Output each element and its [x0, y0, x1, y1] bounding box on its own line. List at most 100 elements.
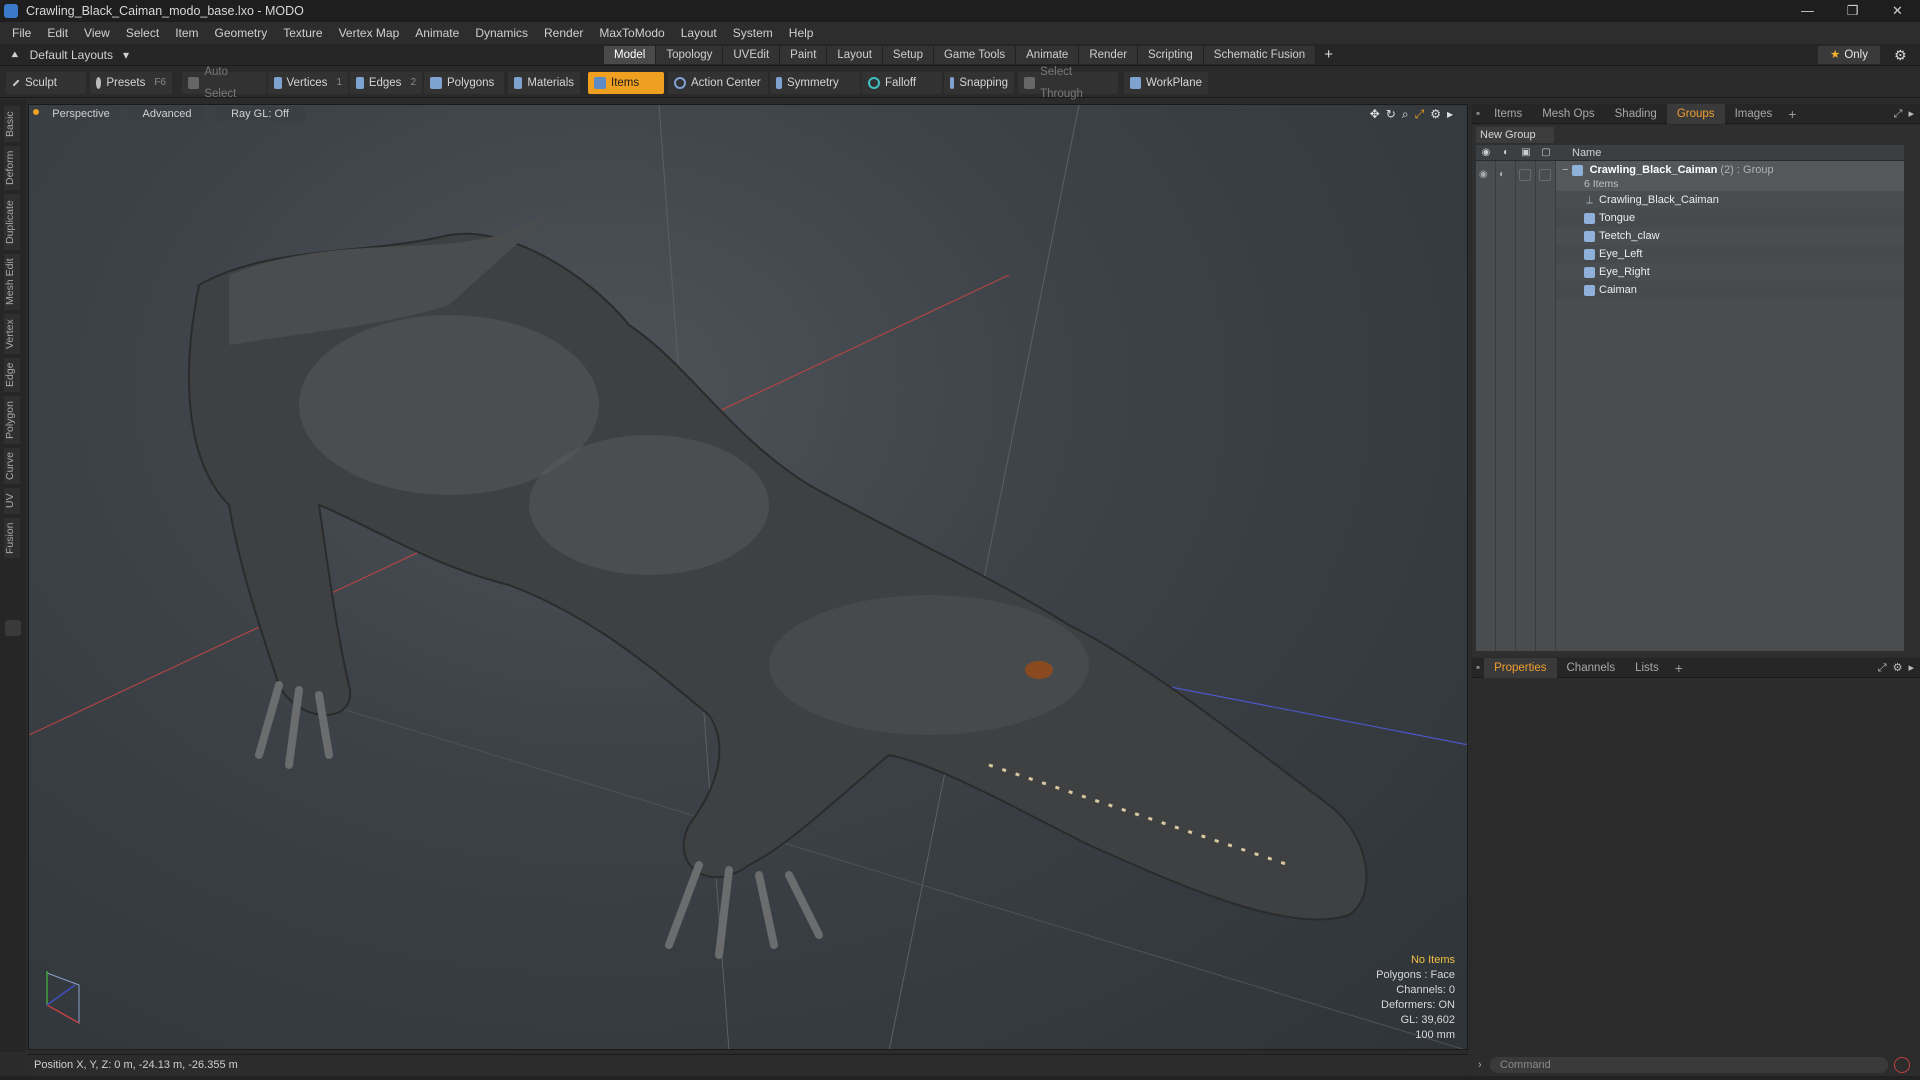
tab-shading[interactable]: Shading [1605, 104, 1667, 124]
symmetry-button[interactable]: Symmetry [770, 72, 860, 94]
tab-channels[interactable]: Channels [1557, 658, 1626, 678]
tree-item-caiman[interactable]: Caiman [1556, 281, 1904, 299]
viewport-menu-icon[interactable] [33, 109, 39, 115]
tree-item-eye-left[interactable]: Eye_Left [1556, 245, 1904, 263]
expand-arrow-icon[interactable]: ▸ [1447, 107, 1453, 122]
auto-select-button[interactable]: Auto Select [182, 66, 266, 100]
vtab-deform[interactable]: Deform [4, 146, 20, 190]
menu-select[interactable]: Select [118, 22, 167, 44]
vtab-mesh-edit[interactable]: Mesh Edit [4, 254, 20, 310]
menu-dynamics[interactable]: Dynamics [467, 22, 536, 44]
vtab-uv[interactable]: UV [4, 488, 20, 514]
menu-geometry[interactable]: Geometry [207, 22, 276, 44]
snapping-button[interactable]: Snapping [944, 72, 1014, 94]
presets-button[interactable]: Presets F6 [90, 72, 172, 94]
lock-icon[interactable]: ▣ [1520, 147, 1532, 159]
menu-edit[interactable]: Edit [39, 22, 76, 44]
properties-gear-icon[interactable]: ⚙ [1893, 658, 1903, 678]
tab-schematic-fusion[interactable]: Schematic Fusion [1203, 46, 1317, 64]
menu-help[interactable]: Help [781, 22, 822, 44]
zoom-icon[interactable]: ⌕ [1402, 107, 1409, 122]
eye-icon[interactable]: ◉ [1480, 147, 1492, 159]
shading-dropdown[interactable]: Advanced [129, 107, 205, 121]
panel-arrow-icon[interactable]: ▸ [1908, 658, 1914, 678]
menu-view[interactable]: View [76, 22, 118, 44]
menu-system[interactable]: System [725, 22, 781, 44]
menu-vertex-map[interactable]: Vertex Map [331, 22, 408, 44]
vertices-button[interactable]: Vertices 1 [268, 72, 348, 94]
select-icon[interactable]: ▢ [1540, 147, 1552, 159]
vtab-curve[interactable]: Curve [4, 448, 20, 484]
falloff-button[interactable]: Falloff [862, 72, 942, 94]
fit-icon[interactable]: ⤢ [1415, 107, 1425, 122]
minimize-icon[interactable]: — [1785, 0, 1830, 22]
menu-item[interactable]: Item [167, 22, 206, 44]
polygons-button[interactable]: Polygons [424, 72, 504, 94]
tab-mesh-ops[interactable]: Mesh Ops [1532, 104, 1604, 124]
vtab-duplicate[interactable]: Duplicate [4, 194, 20, 250]
add-tab-button[interactable]: + [1316, 46, 1333, 64]
tab-topology[interactable]: Topology [656, 46, 724, 64]
workplane-button[interactable]: WorkPlane [1124, 72, 1208, 94]
add-panel-tab-button[interactable]: + [1782, 104, 1802, 124]
items-button[interactable]: Items [588, 72, 664, 94]
action-center-button[interactable]: Action Center [668, 72, 768, 94]
materials-button[interactable]: Materials [508, 72, 580, 94]
tab-items[interactable]: Items [1484, 104, 1532, 124]
panel-toggle-icon[interactable] [5, 620, 21, 636]
tree-item-crawling-black-caiman[interactable]: ⟂ Crawling_Black_Caiman [1556, 191, 1904, 209]
menu-maxtomodo[interactable]: MaxToModo [591, 22, 672, 44]
collapse-icon[interactable]: − [1556, 164, 1568, 176]
vtab-edge[interactable]: Edge [4, 358, 20, 392]
tree-item-teetch-claw[interactable]: Teetch_claw [1556, 227, 1904, 245]
menu-animate[interactable]: Animate [407, 22, 467, 44]
expand-icon[interactable]: ⤢ [1878, 658, 1887, 678]
tab-setup[interactable]: Setup [882, 46, 934, 64]
select-through-button[interactable]: Select Through [1018, 66, 1118, 100]
menu-texture[interactable]: Texture [275, 22, 330, 44]
render-icon[interactable]: ◐ [1500, 147, 1512, 159]
group-visibility-eye-icon[interactable]: ◉ [1479, 169, 1491, 181]
perspective-dropdown[interactable]: Perspective [43, 107, 119, 121]
tab-properties[interactable]: Properties [1484, 657, 1557, 678]
panel-menu-icon[interactable]: ▪ [1472, 104, 1484, 124]
group-lock-checkbox[interactable] [1519, 169, 1531, 181]
vtab-vertex[interactable]: Vertex [4, 314, 20, 354]
tab-game-tools[interactable]: Game Tools [933, 46, 1017, 64]
close-icon[interactable]: ✕ [1875, 0, 1920, 22]
layouts-dropdown[interactable]: ⯅ Default Layouts ▾ [10, 44, 129, 66]
menu-file[interactable]: File [4, 22, 39, 44]
tab-layout[interactable]: Layout [827, 46, 883, 64]
expand-icon[interactable]: ⤢ [1894, 104, 1903, 124]
only-toggle-button[interactable]: ★ Only [1818, 46, 1880, 64]
tree-item-eye-right[interactable]: Eye_Right [1556, 263, 1904, 281]
tree-item-tongue[interactable]: Tongue [1556, 209, 1904, 227]
restore-icon[interactable]: ❐ [1830, 0, 1875, 22]
add-properties-tab-button[interactable]: + [1669, 658, 1689, 678]
rotate-icon[interactable]: ↻ [1386, 107, 1396, 122]
tab-lists[interactable]: Lists [1625, 658, 1669, 678]
sculpt-button[interactable]: Sculpt [6, 72, 86, 94]
tab-paint[interactable]: Paint [780, 46, 828, 64]
new-group-button[interactable]: New Group [1476, 127, 1554, 143]
group-render-icon[interactable]: ◐ [1499, 169, 1511, 181]
viewport-gear-icon[interactable]: ⚙ [1430, 107, 1441, 122]
tab-groups[interactable]: Groups [1666, 103, 1725, 124]
3d-viewport[interactable]: Perspective Advanced Ray GL: Off ✥ ↻ ⌕ ⤢… [28, 104, 1468, 1050]
tab-uvedit[interactable]: UVEdit [723, 46, 781, 64]
group-row[interactable]: − Crawling_Black_Caiman (2) : Group 6 It… [1556, 161, 1904, 191]
tab-images[interactable]: Images [1725, 104, 1783, 124]
raygl-toggle[interactable]: Ray GL: Off [215, 107, 305, 121]
group-select-checkbox[interactable] [1539, 169, 1551, 181]
pan-icon[interactable]: ✥ [1370, 107, 1380, 122]
command-history-icon[interactable] [1894, 1057, 1910, 1073]
tab-model[interactable]: Model [604, 46, 657, 64]
vtab-fusion[interactable]: Fusion [4, 518, 20, 558]
edges-button[interactable]: Edges 2 [350, 72, 422, 94]
menu-render[interactable]: Render [536, 22, 591, 44]
menu-layout[interactable]: Layout [673, 22, 725, 44]
command-input[interactable]: Command [1490, 1057, 1888, 1073]
panel-arrow-icon[interactable]: ▸ [1908, 104, 1914, 124]
vtab-basic[interactable]: Basic [4, 106, 20, 142]
gear-icon[interactable]: ⚙ [1894, 44, 1907, 66]
